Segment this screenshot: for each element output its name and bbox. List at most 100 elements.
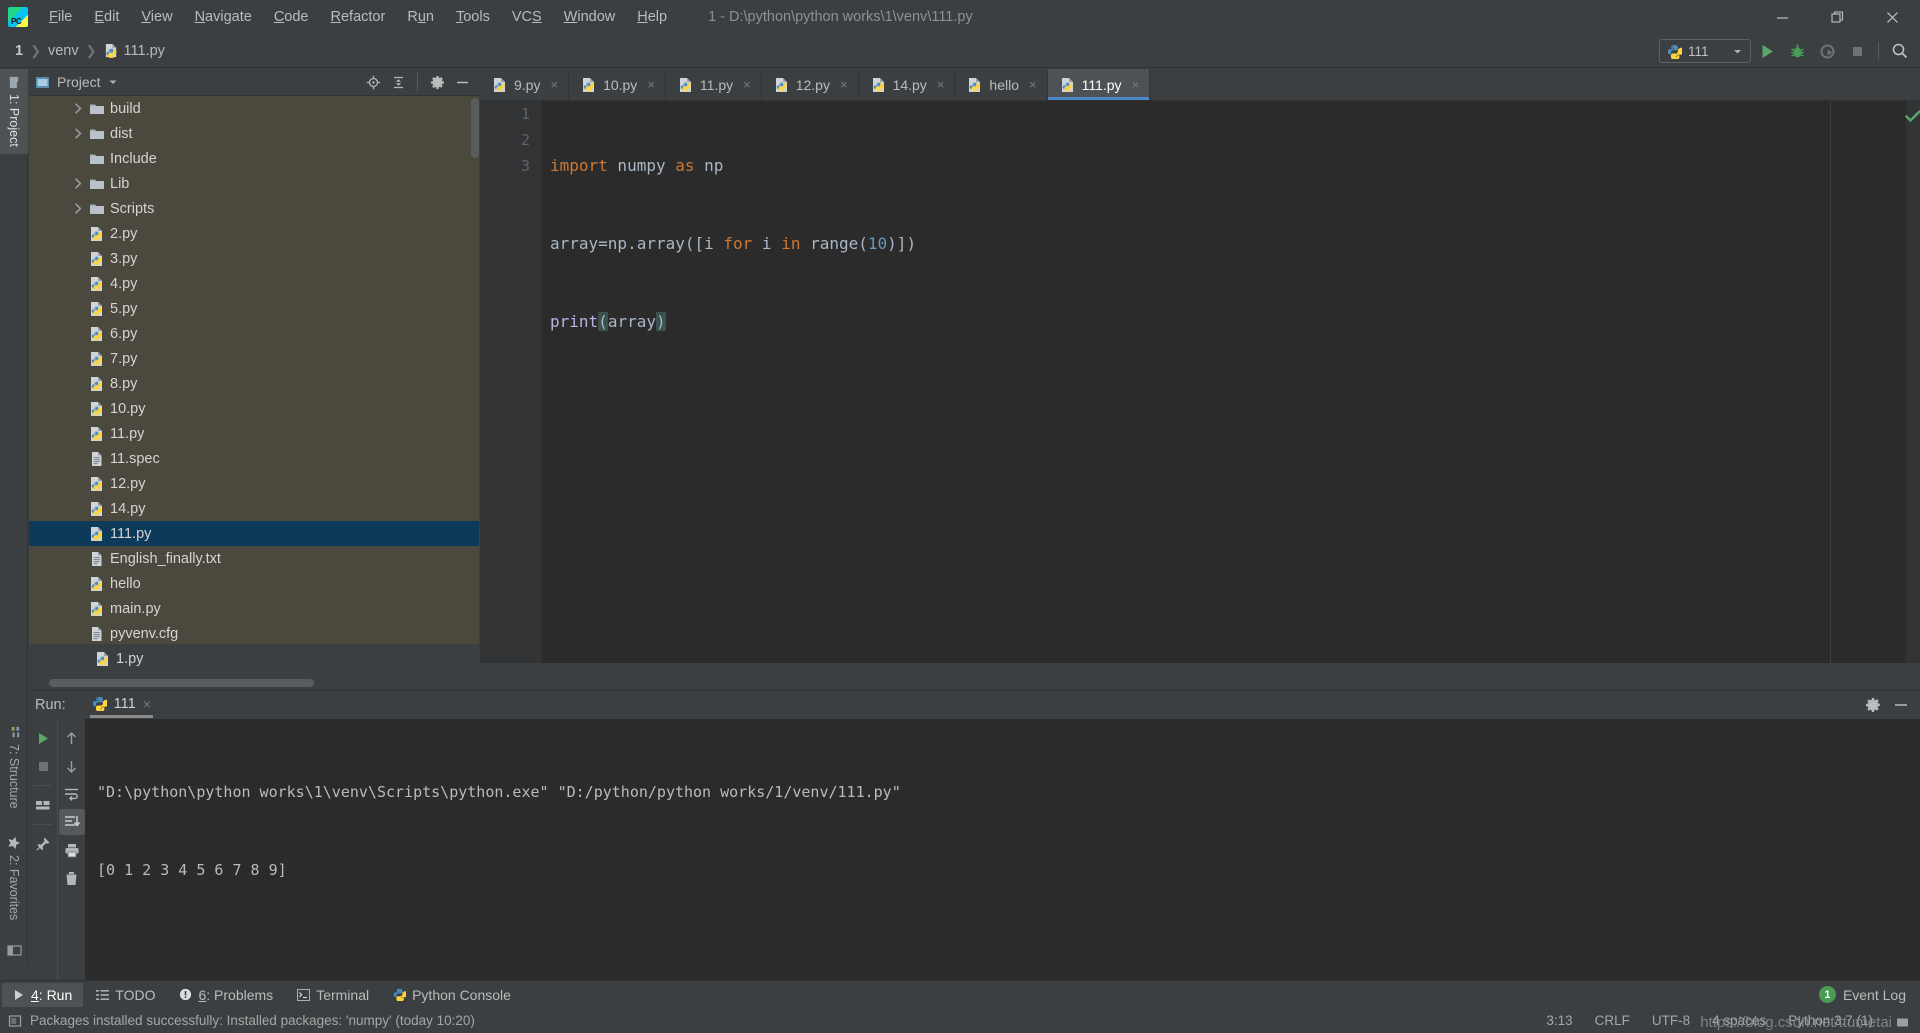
breadcrumb-item-venv[interactable]: venv xyxy=(43,41,84,61)
search-everywhere-button[interactable] xyxy=(1886,37,1914,65)
tree-node-include[interactable]: Include xyxy=(29,146,479,171)
menu-navigate[interactable]: Navigate xyxy=(184,4,263,30)
bottom-tab-python-console[interactable]: Python Console xyxy=(382,983,522,1007)
close-icon[interactable]: × xyxy=(743,77,751,92)
tree-node-6-py[interactable]: 6.py xyxy=(29,321,479,346)
tree-node-5-py[interactable]: 5.py xyxy=(29,296,479,321)
sidebar-item-structure[interactable]: 7: Structure xyxy=(0,719,28,816)
file-encoding[interactable]: UTF-8 xyxy=(1652,1013,1690,1028)
editor-tab-9-py[interactable]: 9.py × xyxy=(480,69,570,100)
minimize-button[interactable] xyxy=(1755,0,1810,34)
editor-tab-12-py[interactable]: 12.py × xyxy=(762,69,859,100)
indent-setting[interactable]: 4 spaces xyxy=(1712,1013,1766,1028)
tree-node-11-spec[interactable]: 11.spec xyxy=(29,446,479,471)
tree-horizontal-scrollbar[interactable] xyxy=(49,679,314,687)
menu-file[interactable]: File xyxy=(38,4,83,30)
tree-node-hello[interactable]: hello xyxy=(29,571,479,596)
editor-tab-10-py[interactable]: 10.py × xyxy=(569,69,666,100)
editor-tab-11-py[interactable]: 11.py × xyxy=(666,69,762,100)
close-icon[interactable]: × xyxy=(647,77,655,92)
event-log-button[interactable]: 1 Event Log xyxy=(1818,986,1906,1003)
chevron-right-icon[interactable] xyxy=(69,103,87,114)
caret-position[interactable]: 3:13 xyxy=(1546,1013,1572,1028)
editor-code-area[interactable]: import numpy as np array=np.array([i for… xyxy=(542,101,1920,663)
run-button[interactable] xyxy=(1753,37,1781,65)
bottom-tab-todo[interactable]: TODO xyxy=(85,983,166,1007)
project-panel-title[interactable]: Project xyxy=(35,74,118,90)
rerun-icon[interactable] xyxy=(30,725,56,751)
tree-node-1-py[interactable]: 1.py xyxy=(29,646,479,671)
soft-wrap-icon[interactable] xyxy=(59,781,85,807)
hide-icon[interactable] xyxy=(1890,694,1912,716)
run-with-coverage-button[interactable] xyxy=(1813,37,1841,65)
tree-node-8-py[interactable]: 8.py xyxy=(29,371,479,396)
menu-window[interactable]: Window xyxy=(553,4,627,30)
tree-node-main-py[interactable]: main.py xyxy=(29,596,479,621)
toggle-tool-window-bars-button[interactable] xyxy=(0,936,28,964)
down-icon[interactable] xyxy=(59,753,85,779)
chevron-right-icon[interactable] xyxy=(69,178,87,189)
stop-button[interactable] xyxy=(1843,37,1871,65)
tree-node-english-finally-txt[interactable]: English_finally.txt xyxy=(29,546,479,571)
up-icon[interactable] xyxy=(59,725,85,751)
sidebar-item-favorites[interactable]: 2: Favorites xyxy=(0,829,28,927)
print-icon[interactable] xyxy=(59,837,85,863)
chevron-down-icon[interactable] xyxy=(108,77,118,87)
close-icon[interactable]: × xyxy=(840,77,848,92)
bottom-tab-run[interactable]: 4: Run xyxy=(2,982,84,1007)
menu-code[interactable]: Code xyxy=(263,4,320,30)
close-icon[interactable]: × xyxy=(937,77,945,92)
maximize-button[interactable] xyxy=(1810,0,1865,34)
settings-gear-icon[interactable] xyxy=(1862,694,1884,716)
collapse-all-icon[interactable] xyxy=(387,71,409,93)
tree-node-10-py[interactable]: 10.py xyxy=(29,396,479,421)
close-icon[interactable]: × xyxy=(550,77,558,92)
tree-vertical-scrollbar[interactable] xyxy=(471,98,479,158)
menu-refactor[interactable]: Refactor xyxy=(320,4,397,30)
hide-icon[interactable] xyxy=(451,71,473,93)
menu-run[interactable]: Run xyxy=(396,4,445,30)
menu-edit[interactable]: Edit xyxy=(83,4,130,30)
editor-tab-hello[interactable]: hello × xyxy=(955,69,1048,100)
breadcrumb-item-project[interactable]: 1 xyxy=(10,41,28,61)
ok-checkmark-icon[interactable] xyxy=(1904,107,1920,125)
restore-layout-icon[interactable] xyxy=(30,792,56,818)
close-icon[interactable]: × xyxy=(143,696,151,712)
tree-node-4-py[interactable]: 4.py xyxy=(29,271,479,296)
status-message-area[interactable]: Packages installed successfully: Install… xyxy=(8,1013,475,1028)
chevron-down-icon[interactable] xyxy=(1732,46,1743,57)
chevron-right-icon[interactable] xyxy=(69,203,87,214)
tree-node-pyvenv-cfg[interactable]: pyvenv.cfg xyxy=(29,621,479,646)
tree-node-2-py[interactable]: 2.py xyxy=(29,221,479,246)
menu-vcs[interactable]: VCS xyxy=(501,4,553,30)
scroll-to-end-icon[interactable] xyxy=(58,809,85,835)
tree-node-7-py[interactable]: 7.py xyxy=(29,346,479,371)
tree-node-14-py[interactable]: 14.py xyxy=(29,496,479,521)
tree-node-12-py[interactable]: 12.py xyxy=(29,471,479,496)
bottom-tab-problems[interactable]: 6: Problems xyxy=(168,983,284,1007)
clear-all-icon[interactable] xyxy=(59,865,85,891)
run-session-tab[interactable]: 111 × xyxy=(86,693,157,718)
breadcrumb-item-file[interactable]: 111.py xyxy=(99,41,170,61)
tree-node-3-py[interactable]: 3.py xyxy=(29,246,479,271)
project-tree-scroll[interactable]: build dist Include Lib Scripts 2.py 3.py 4.py 5.… xyxy=(29,96,479,689)
editor-marker-strip[interactable] xyxy=(1904,101,1920,663)
tree-node-scripts[interactable]: Scripts xyxy=(29,196,479,221)
tree-node-lib[interactable]: Lib xyxy=(29,171,479,196)
tree-node-dist[interactable]: dist xyxy=(29,121,479,146)
editor-tab-111-py[interactable]: 111.py × xyxy=(1047,69,1151,100)
menu-help[interactable]: Help xyxy=(626,4,678,30)
lock-icon[interactable] xyxy=(1895,1013,1910,1028)
run-configuration-selector[interactable]: 111 xyxy=(1659,39,1751,63)
tree-node-build[interactable]: build xyxy=(29,96,479,121)
tree-node-11-py[interactable]: 11.py xyxy=(29,421,479,446)
python-interpreter[interactable]: Python 3.7 (1) xyxy=(1788,1013,1873,1028)
menu-tools[interactable]: Tools xyxy=(445,4,501,30)
debug-button[interactable] xyxy=(1783,37,1811,65)
close-icon[interactable]: × xyxy=(1132,77,1140,92)
settings-gear-icon[interactable] xyxy=(426,71,448,93)
chevron-right-icon[interactable] xyxy=(69,128,87,139)
code-editor[interactable]: 123 import numpy as np array=np.array([i… xyxy=(480,101,1920,663)
gutter-line-number[interactable]: 2 xyxy=(480,127,542,153)
run-console-output[interactable]: "D:\python\python works\1\venv\Scripts\p… xyxy=(85,719,1920,981)
